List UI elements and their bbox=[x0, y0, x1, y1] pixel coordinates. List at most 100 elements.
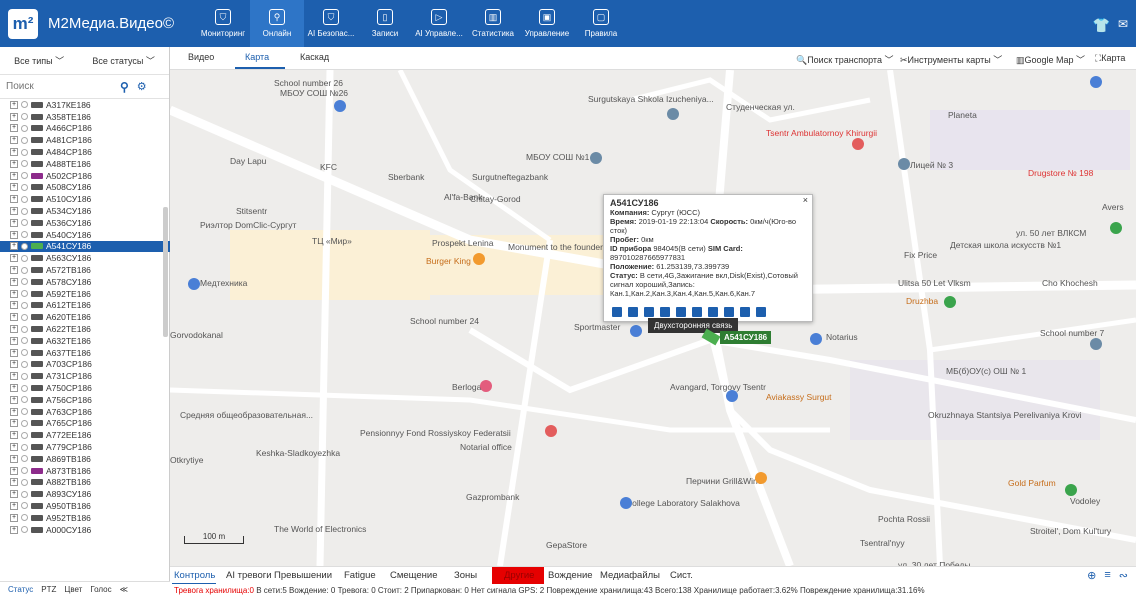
expand-icon[interactable]: + bbox=[10, 525, 18, 534]
grid-icon[interactable] bbox=[692, 307, 702, 317]
expand-icon[interactable]: + bbox=[10, 100, 18, 109]
map-provider-menu[interactable]: ▥Google Map ﹀ bbox=[1016, 53, 1085, 66]
expand-icon[interactable]: + bbox=[10, 254, 18, 263]
vehicle-checkbox[interactable] bbox=[21, 467, 28, 475]
type-filter[interactable]: Все типы ﹀ bbox=[14, 54, 64, 67]
expand-icon[interactable]: + bbox=[10, 112, 18, 121]
video-icon[interactable] bbox=[612, 307, 622, 317]
expand-icon[interactable]: + bbox=[10, 313, 18, 322]
vehicle-row[interactable]: + А536СУ186 bbox=[0, 217, 170, 229]
vehicle-row[interactable]: + А750СР186 bbox=[0, 382, 170, 394]
vehicle-row[interactable]: + А534СУ186 bbox=[0, 205, 170, 217]
vehicle-row[interactable]: + А952ТВ186 bbox=[0, 512, 170, 524]
toolbar-button-0[interactable]: ⛉ Мониторинг bbox=[196, 0, 250, 47]
expand-icon[interactable]: + bbox=[10, 218, 18, 227]
vehicle-checkbox[interactable] bbox=[21, 490, 28, 498]
vehicle-row[interactable]: + А893СУ186 bbox=[0, 488, 170, 500]
vehicle-row[interactable]: + А508СУ186 bbox=[0, 182, 170, 194]
vehicle-row[interactable]: + А572ТВ186 bbox=[0, 264, 170, 276]
expand-icon[interactable]: + bbox=[10, 501, 18, 510]
vehicle-row[interactable]: + А484СР186 bbox=[0, 146, 170, 158]
vehicle-row[interactable]: + А779СР186 bbox=[0, 441, 170, 453]
expand-icon[interactable]: + bbox=[10, 478, 18, 487]
left-bottom-tab-0[interactable]: Статус bbox=[8, 585, 33, 594]
bottom-tab-4[interactable]: Смещение bbox=[390, 570, 438, 581]
expand-icon[interactable]: + bbox=[10, 466, 18, 475]
toolbar-button-5[interactable]: ▥ Статистика bbox=[466, 0, 520, 47]
expand-icon[interactable]: + bbox=[10, 136, 18, 145]
expand-icon[interactable]: + bbox=[10, 490, 18, 499]
vehicle-checkbox[interactable] bbox=[21, 219, 28, 227]
vehicle-row[interactable]: + А637ТЕ186 bbox=[0, 347, 170, 359]
vehicle-row[interactable]: + А620ТЕ186 bbox=[0, 311, 170, 323]
expand-icon[interactable]: + bbox=[10, 360, 18, 369]
vehicle-checkbox[interactable] bbox=[21, 384, 28, 392]
expand-icon[interactable]: + bbox=[10, 384, 18, 393]
vehicle-row[interactable]: + А950ТВ186 bbox=[0, 500, 170, 512]
toolbar-button-2[interactable]: ⛉ AI Безопас... bbox=[304, 0, 358, 47]
vehicle-checkbox[interactable] bbox=[21, 124, 28, 132]
vehicle-checkbox[interactable] bbox=[21, 136, 28, 144]
vehicle-checkbox[interactable] bbox=[21, 419, 28, 427]
vehicle-row[interactable]: + А882ТВ186 bbox=[0, 477, 170, 489]
expand-icon[interactable]: + bbox=[10, 513, 18, 522]
card-icon[interactable] bbox=[724, 307, 734, 317]
gear-icon[interactable]: ⚙ bbox=[137, 80, 147, 93]
vehicle-row[interactable]: + А466СР186 bbox=[0, 123, 170, 135]
vehicle-row[interactable]: + А578СУ186 bbox=[0, 276, 170, 288]
vehicle-checkbox[interactable] bbox=[21, 514, 28, 522]
expand-icon[interactable]: + bbox=[10, 159, 18, 168]
vehicle-row[interactable]: + А510СУ186 bbox=[0, 193, 170, 205]
vehicle-row[interactable]: + А000СУ186 bbox=[0, 524, 170, 536]
fullscreen-map-button[interactable]: ⛶Карта bbox=[1095, 53, 1125, 64]
bottom-tab-6[interactable]: Другие bbox=[504, 570, 534, 581]
vehicle-checkbox[interactable] bbox=[21, 113, 28, 121]
expand-icon[interactable]: + bbox=[10, 395, 18, 404]
vehicle-checkbox[interactable] bbox=[21, 526, 28, 534]
expand-icon[interactable]: + bbox=[10, 372, 18, 381]
vehicle-checkbox[interactable] bbox=[21, 313, 28, 321]
vehicle-row[interactable]: + А592ТЕ186 bbox=[0, 288, 170, 300]
expand-icon[interactable]: + bbox=[10, 325, 18, 334]
vehicle-checkbox[interactable] bbox=[21, 242, 28, 250]
map-view[interactable]: School number 26 МБОУ СОШ №26 Surgutskaya … bbox=[170, 70, 1136, 566]
vehicle-checkbox[interactable] bbox=[21, 502, 28, 510]
expand-icon[interactable]: + bbox=[10, 148, 18, 157]
expand-icon[interactable]: + bbox=[10, 443, 18, 451]
wave-icon[interactable]: ∾ bbox=[1119, 569, 1128, 582]
vehicle-row[interactable]: + А563СУ186 bbox=[0, 252, 170, 264]
bottom-tab-1[interactable]: AI тревоги bbox=[226, 570, 272, 581]
document-icon[interactable] bbox=[628, 307, 638, 317]
vehicle-checkbox[interactable] bbox=[21, 431, 28, 439]
vehicle-checkbox[interactable] bbox=[21, 478, 28, 486]
vehicle-checkbox[interactable] bbox=[21, 266, 28, 274]
mail-icon[interactable]: ✉ bbox=[1118, 17, 1128, 31]
vehicle-row[interactable]: + А772ЕЕ186 bbox=[0, 429, 170, 441]
user-icon[interactable] bbox=[740, 307, 750, 317]
vehicle-row[interactable]: + А622ТЕ186 bbox=[0, 323, 170, 335]
expand-icon[interactable]: + bbox=[10, 289, 18, 298]
vehicle-checkbox[interactable] bbox=[21, 301, 28, 309]
vehicle-row[interactable]: + А481СР186 bbox=[0, 134, 170, 146]
list-scrollbar[interactable] bbox=[163, 207, 168, 337]
menu-icon[interactable]: ≡ bbox=[1104, 569, 1110, 582]
vehicle-checkbox[interactable] bbox=[21, 443, 28, 451]
expand-icon[interactable]: + bbox=[10, 183, 18, 192]
bottom-tab-5[interactable]: Зоны bbox=[454, 570, 477, 581]
vehicle-row[interactable]: + А317КЕ186 bbox=[0, 99, 170, 111]
vehicle-row[interactable]: + А756СР186 bbox=[0, 394, 170, 406]
toolbar-button-3[interactable]: ▯ Записи bbox=[358, 0, 412, 47]
chat-icon[interactable] bbox=[676, 307, 686, 317]
vehicle-checkbox[interactable] bbox=[21, 148, 28, 156]
bottom-tab-3[interactable]: Fatigue bbox=[344, 570, 376, 581]
vehicle-search-tool[interactable]: 🔍Поиск транспорта ﹀ bbox=[796, 53, 893, 66]
left-bottom-tab-1[interactable]: PTZ bbox=[41, 585, 56, 594]
vehicle-marker-label[interactable]: А541СУ186 bbox=[720, 331, 772, 344]
vehicle-row[interactable]: + А873ТВ186 bbox=[0, 465, 170, 477]
expand-icon[interactable]: + bbox=[10, 431, 18, 440]
vehicle-checkbox[interactable] bbox=[21, 254, 28, 262]
expand-icon[interactable]: + bbox=[10, 207, 18, 216]
vehicle-row[interactable]: + А541СУ186 bbox=[0, 240, 170, 253]
expand-icon[interactable]: + bbox=[10, 195, 18, 204]
vehicle-row[interactable]: + А540СУ186 bbox=[0, 229, 170, 241]
